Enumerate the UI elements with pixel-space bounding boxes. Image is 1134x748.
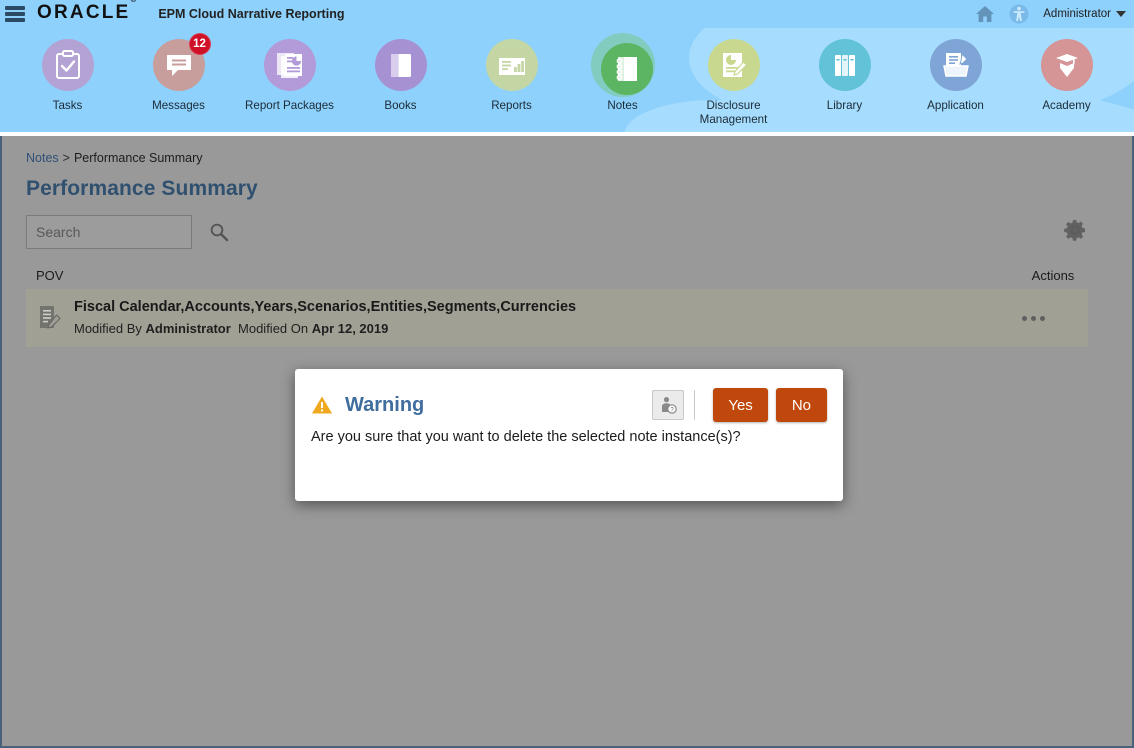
nav-item-notes[interactable]: Notes [567,28,678,132]
library-books-icon [818,39,871,91]
nav-item-label: Notes [607,99,638,112]
nav-icon-wrap: 12 [151,33,211,93]
home-icon[interactable] [975,5,995,23]
modified-by-label: Modified By [74,321,142,336]
note-edit-icon [26,304,74,332]
notebook-icon [600,43,653,95]
ellipsis-icon [1021,315,1045,321]
nav-item-reports[interactable]: Reports [456,28,567,132]
nav-icon-wrap [262,37,318,93]
cancel-no-button[interactable]: No [775,388,827,422]
breadcrumb-current: Performance Summary [73,151,203,165]
nav-item-label: Application [927,99,984,112]
nav-item-messages[interactable]: 12 Messages [123,28,234,132]
nav-icon-wrap [590,33,655,97]
table-header: POV Actions [26,261,1108,289]
nav-icon-wrap [1039,37,1095,93]
column-header-actions: Actions [1031,267,1075,283]
magnifier-icon[interactable] [209,222,229,242]
application-box-icon [929,39,982,91]
user-menu[interactable]: Administrator [1043,8,1126,20]
breadcrumb-separator: > [62,151,70,165]
table-row[interactable]: Fiscal Calendar,Accounts,Years,Scenarios… [26,289,1088,347]
row-actions-button[interactable] [978,315,1088,321]
academy-graduate-icon [1040,39,1093,91]
modified-on-value: Apr 12, 2019 [311,321,389,336]
warning-dialog: Warning ? Yes No Are you sure that you w… [295,369,843,501]
nav-item-application[interactable]: Application [900,28,1011,132]
nav-item-report-packages[interactable]: Report Packages [234,28,345,132]
hamburger-icon[interactable] [5,6,25,22]
nav-item-tasks[interactable]: Tasks [12,28,123,132]
oracle-logo-text: ORACLE [37,2,131,23]
nav-item-books[interactable]: Books [345,28,456,132]
navigation-springboard: Tasks 12 Messages Report Packages Books … [0,28,1134,132]
dialog-actions: ? Yes No [652,388,827,422]
nav-item-label: Messages [152,99,205,112]
row-metadata: Modified By Administrator Modified On Ap… [74,319,978,339]
nav-icon-wrap [817,37,873,93]
search-input[interactable] [26,215,192,249]
nav-item-label: Academy [1042,99,1091,112]
nav-items: Tasks 12 Messages Report Packages Books … [0,28,1134,132]
nav-icon-wrap [373,37,429,93]
report-chart-icon [485,39,538,91]
gear-icon[interactable] [1062,217,1088,243]
nav-item-label: Library [826,99,863,112]
breadcrumb-link-notes[interactable]: Notes [26,151,59,165]
report-package-icon [263,39,316,91]
dialog-header: Warning ? Yes No [295,369,843,425]
nav-icon-wrap [928,37,984,93]
messages-badge: 12 [188,33,211,55]
warning-triangle-icon [311,395,333,415]
column-header-pov: POV [36,267,64,283]
book-icon [374,39,427,91]
dialog-message: Are you sure that you want to delete the… [311,429,741,445]
clipboard-check-icon [41,39,94,91]
oracle-logo: ORACLE® [37,0,136,24]
nav-item-academy[interactable]: Academy [1011,28,1122,132]
toolbar [26,215,1108,249]
dialog-title: Warning [345,393,425,416]
nav-item-label: Books [384,99,417,112]
nav-icon-wrap [706,37,762,93]
notes-page: Notes > Performance Summary Performance Su… [2,136,1132,347]
nav-item-label: Reports [491,99,532,112]
breadcrumb: Notes > Performance Summary [26,136,1108,165]
user-name-label: Administrator [1043,8,1111,20]
row-title: Fiscal Calendar,Accounts,Years,Scenarios… [74,299,577,315]
top-bar: ORACLE® EPM Cloud Narrative Reporting Ad… [0,0,1134,28]
accessibility-icon[interactable] [1009,4,1029,24]
notes-table: POV Actions Fiscal Calendar,Accounts,Yea [26,261,1108,347]
user-help-icon[interactable]: ? [652,390,685,420]
disclosure-pie-icon [707,39,760,91]
modified-on-label: Modified On [238,321,309,336]
top-bar-right: Administrator [975,0,1126,28]
nav-icon-wrap [40,37,96,93]
nav-item-disclosure-management[interactable]: Disclosure Management [678,28,789,132]
nav-item-label: Disclosure Management [699,99,768,126]
nav-icon-wrap [484,37,540,93]
oracle-logo-mark: ® [130,0,136,4]
nav-item-label: Tasks [52,99,83,112]
modified-by-value: Administrator [145,321,231,336]
row-content: Fiscal Calendar,Accounts,Years,Scenarios… [74,297,978,339]
divider [694,390,696,420]
nav-item-library[interactable]: Library [789,28,900,132]
chevron-down-icon [1116,10,1126,17]
confirm-yes-button[interactable]: Yes [713,388,768,422]
app-title: EPM Cloud Narrative Reporting [158,7,345,21]
page-title: Performance Summary [26,177,258,200]
nav-item-label: Report Packages [245,99,334,112]
